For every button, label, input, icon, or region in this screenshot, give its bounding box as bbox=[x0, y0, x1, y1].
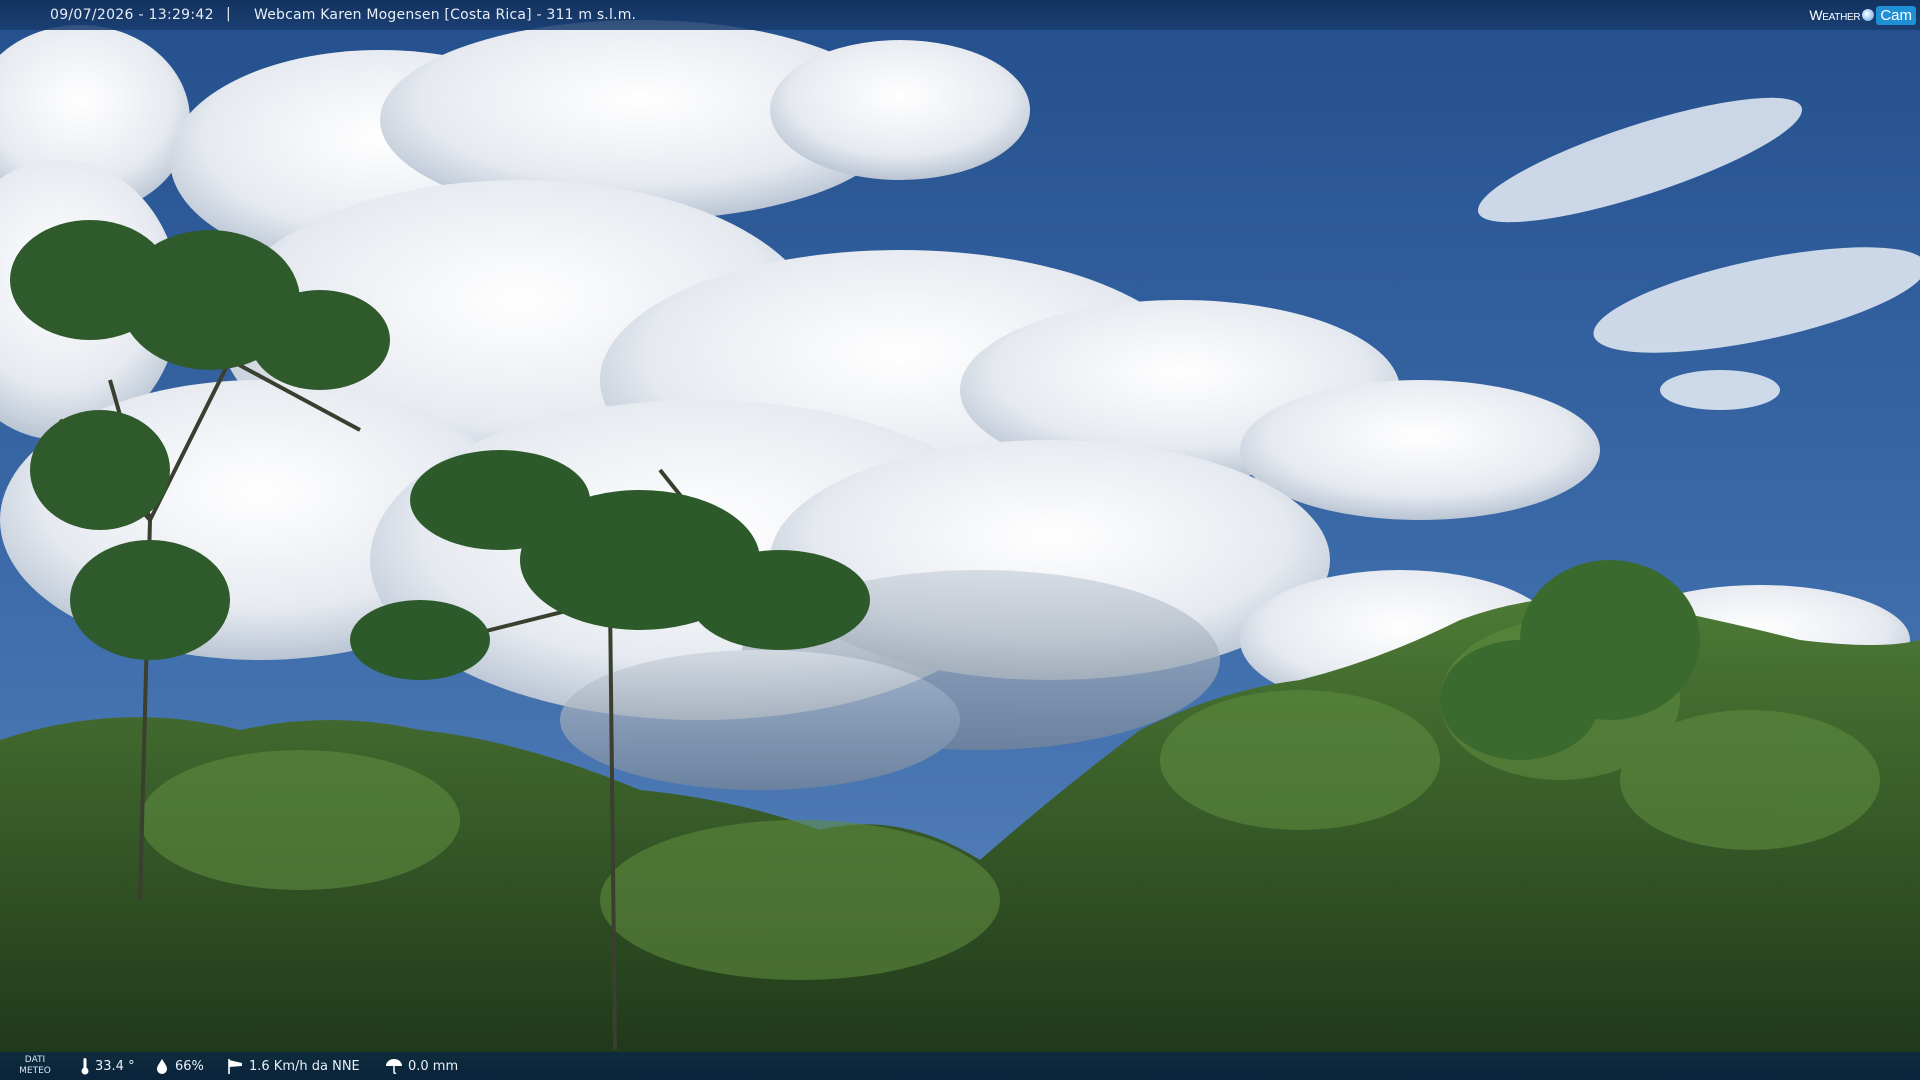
logo-globe-icon bbox=[1862, 9, 1875, 21]
thermometer-icon bbox=[81, 1058, 89, 1075]
humidity-value: 66% bbox=[175, 1058, 204, 1074]
webcam-photo bbox=[0, 0, 1920, 1080]
logo-weather-text: Weather bbox=[1809, 7, 1861, 23]
humidity-reading: 66% bbox=[154, 1052, 204, 1080]
wind-value: 1.6 Km/h da NNE bbox=[249, 1058, 360, 1074]
logo-cam-text: Cam bbox=[1876, 5, 1916, 25]
dati-label-line2: METEO bbox=[19, 1066, 51, 1076]
windsock-icon bbox=[228, 1059, 242, 1074]
header-bar: 09/07/2026 - 13:29:42 | Webcam Karen Mog… bbox=[0, 0, 1920, 30]
umbrella-icon bbox=[386, 1059, 402, 1075]
drop-icon bbox=[157, 1059, 167, 1074]
weathercam-logo: Weather Cam bbox=[1809, 2, 1916, 28]
header-separator: | bbox=[226, 6, 231, 22]
dati-label-line1: DATI bbox=[24, 1055, 46, 1065]
temperature-value: 33.4 ° bbox=[95, 1058, 135, 1074]
weather-data-bar: DATI METEO 33.4 ° 66% 1.6 Km/h da NNE 0.… bbox=[0, 1052, 1920, 1080]
temperature-reading: 33.4 ° bbox=[80, 1052, 135, 1080]
timestamp: 09/07/2026 - 13:29:42 bbox=[50, 7, 214, 23]
webcam-title: Webcam Karen Mogensen [Costa Rica] - 311… bbox=[254, 7, 637, 23]
rain-value: 0.0 mm bbox=[408, 1058, 459, 1074]
wind-reading: 1.6 Km/h da NNE bbox=[226, 1052, 360, 1080]
dati-meteo-label: DATI METEO bbox=[10, 1055, 60, 1077]
rain-reading: 0.0 mm bbox=[385, 1052, 458, 1080]
